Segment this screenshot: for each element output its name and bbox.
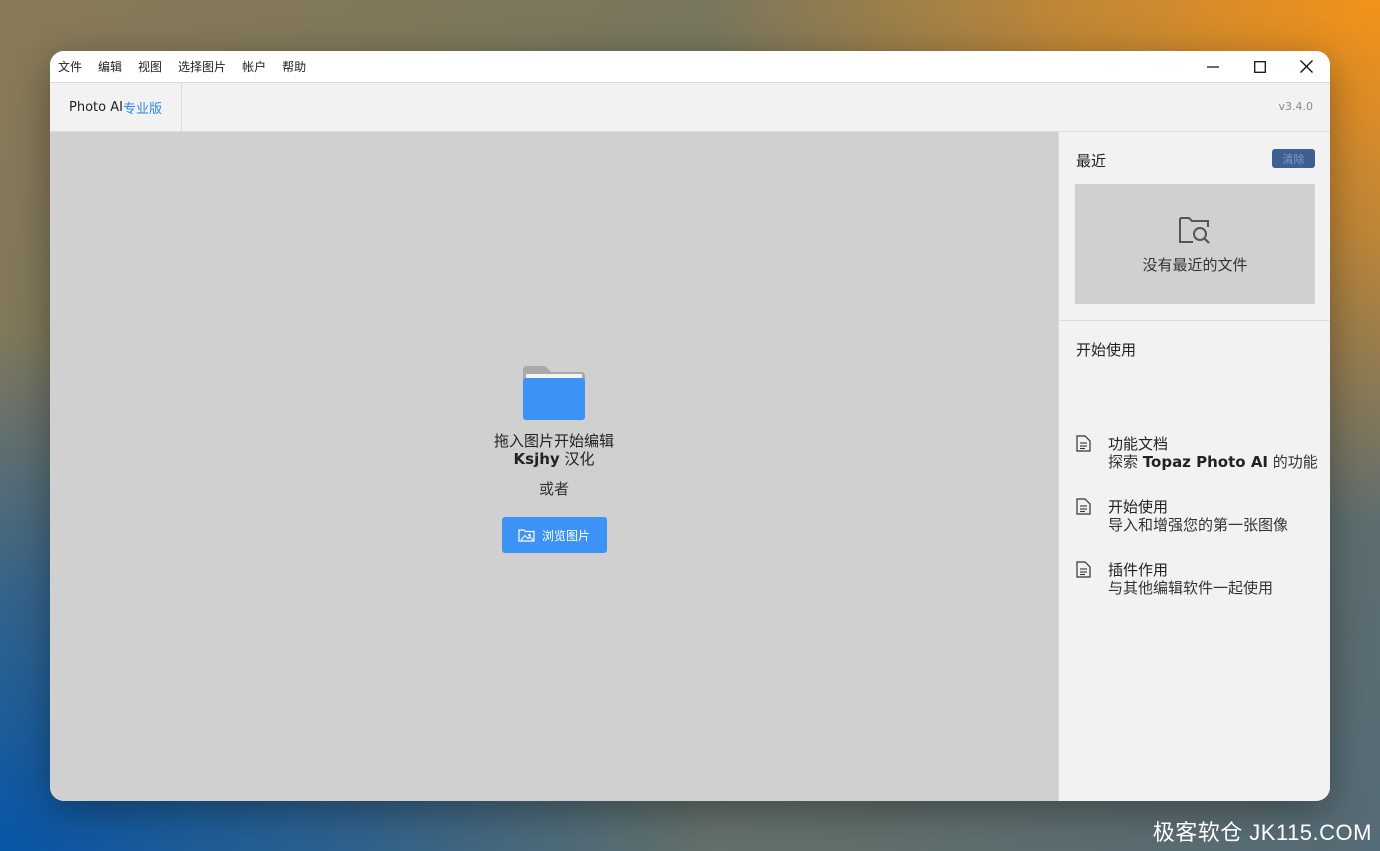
close-icon (1300, 60, 1313, 73)
edition-label: 专业版 (122, 101, 162, 117)
document-icon (1076, 498, 1091, 515)
doc-title: 功能文档 (1108, 435, 1169, 453)
minimize-icon (1206, 65, 1219, 68)
brand-tab[interactable]: Photo AI 专业版 (50, 83, 182, 131)
drop-subtitle: Ksjhy 汉化 (514, 450, 595, 468)
minimize-button[interactable] (1189, 51, 1236, 82)
drop-zone: 拖入图片开始编辑 Ksjhy 汉化 或者 浏览图片 (454, 364, 654, 553)
folder-icon (523, 366, 585, 420)
credit-name: Ksjhy (513, 450, 560, 468)
document-icon (1076, 561, 1091, 578)
document-icon (1076, 435, 1091, 452)
watermark: 极客软仓 JK115.COM (1152, 820, 1372, 845)
menu-bar: 文件 编辑 视图 选择图片 帐户 帮助 (50, 51, 1330, 83)
recent-files-panel: 没有最近的文件 (1075, 184, 1315, 304)
menu-select-image[interactable]: 选择图片 (178, 58, 226, 75)
no-recent-files-text: 没有最近的文件 (1142, 255, 1248, 274)
getting-started-title: 开始使用 (1076, 341, 1137, 359)
maximize-icon (1253, 60, 1266, 73)
menu-help[interactable]: 帮助 (282, 58, 306, 75)
recent-title: 最近 (1076, 152, 1107, 170)
right-sidebar: 最近 清除 没有最近的文件 开始使用 功能文档 探索 Topaz Photo A… (1058, 132, 1330, 801)
close-button[interactable] (1283, 51, 1330, 82)
app-window: 文件 编辑 视图 选择图片 帐户 帮助 Photo AI专业版 v3.4.0 (50, 51, 1330, 801)
menu-account[interactable]: 帐户 (242, 58, 266, 75)
menu-view[interactable]: 视图 (138, 58, 162, 75)
doc-description: 与其他编辑软件一起使用 (1108, 579, 1274, 597)
browse-label: 浏览图片 (541, 528, 590, 543)
clear-recent-button[interactable]: 清除 (1272, 149, 1315, 168)
menu-file[interactable]: 文件 (58, 58, 82, 75)
divider (1059, 320, 1330, 321)
doc-description: 探索 Topaz Photo AI 的功能 (1108, 453, 1318, 471)
drop-canvas[interactable]: 拖入图片开始编辑 Ksjhy 汉化 或者 浏览图片 (50, 132, 1058, 801)
doc-title: 插件作用 (1108, 561, 1169, 579)
image-folder-icon (518, 529, 535, 542)
folder-search-icon (1179, 216, 1210, 244)
doc-description: 导入和增强您的第一张图像 (1108, 516, 1289, 534)
credit-text: 汉化 (559, 450, 595, 468)
maximize-button[interactable] (1236, 51, 1283, 82)
app-name: Photo AI (69, 99, 123, 115)
menu-edit[interactable]: 编辑 (98, 58, 122, 75)
doc-title: 开始使用 (1108, 498, 1169, 516)
version-label: v3.4.0 (1278, 100, 1314, 113)
app-header: Photo AI 专业版 v3.4.0 (50, 83, 1330, 132)
or-label: 或者 (538, 480, 569, 498)
browse-images-button[interactable]: 浏览图片 (501, 517, 607, 553)
drop-title: 拖入图片开始编辑 (493, 432, 614, 450)
